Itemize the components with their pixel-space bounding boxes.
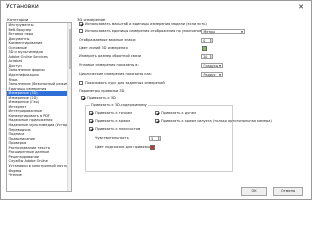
snap-planes-checkbox[interactable] [89,127,93,131]
category-item[interactable]: Чтение [7,173,71,178]
snap-label: Отображаемые важные знаки: [79,38,137,42]
circle-select[interactable]: Радиус ▼ [201,71,223,77]
sensitivity-spinner[interactable]: 5 ▲ ▼ [149,135,161,141]
default-units-select[interactable]: Метры ▼ [201,28,245,34]
radius-value: 20 [203,54,208,59]
snap-group-label: Привязать к 3D-содержимому [90,103,148,107]
cancel-button[interactable]: Отмена [273,187,303,196]
spinner-arrows-icon[interactable]: ▲ ▼ [158,137,160,141]
use-units-model-checkbox[interactable] [79,22,83,26]
snap-edges-label: Привязать к точкам [95,111,132,115]
snap-lines-checkbox[interactable] [89,119,93,123]
sensitivity-label: Чувствительность [95,136,129,140]
window-title: Установки [6,3,39,10]
radius-spinner[interactable]: 20 ▲ ▼ [201,53,213,59]
close-button[interactable]: ✕ [295,2,307,12]
snap-angles-checkbox[interactable] [155,111,159,115]
show-tip-checkbox[interactable] [79,81,83,85]
scrollbar-thumb[interactable] [68,29,71,69]
snap-silhouettes-checkbox[interactable] [155,119,159,123]
snap-value: 0 [203,38,206,43]
use-default-units-label: Использовать единицы измерения отображен… [85,29,204,33]
angle-value: Градусы [203,63,219,68]
sensitivity-value: 5 [151,136,154,141]
chevron-down-icon: ▼ [218,72,222,77]
angle-label: Угловые измерения показаны в: [79,63,139,67]
use-units-model-label: Использовать масштаб и единицы измерения… [85,22,207,26]
snap-silhouettes-label: Привязать к краям силуэта (только ортого… [161,119,272,123]
params-3d-heading: Параметры привязки 3D [79,89,125,93]
circle-value: Радиус [203,72,216,77]
show-tip-label: Показывать курс для заданных измерений [85,81,165,85]
categories-list[interactable]: Инструменты Веб-браузер Вставка перо Докуме… [6,22,72,192]
preferences-window: Установки ✕ Категории Инструменты Веб-бра… [0,0,312,200]
chevron-down-icon: ▼ [218,63,222,68]
radius-label: Измерить размер обратной связи [79,54,142,58]
enable-3d-snap-label: Привязать к 3D [87,96,116,100]
circle-label: Циклические измерения показаны как: [79,72,152,76]
chevron-down-icon: ▼ [240,29,244,34]
use-default-units-checkbox[interactable] [79,29,83,33]
snap-hint-color-swatch[interactable] [150,144,155,150]
spinner-arrows-icon[interactable]: ▲ ▼ [210,39,212,43]
snap-planes-label: Привязать к плоскостям [95,127,141,131]
angle-select[interactable]: Градусы ▼ [201,62,223,68]
enable-3d-snap-checkbox[interactable] [81,96,85,100]
category-item[interactable]: Установки в электронной почты [7,164,71,169]
measure-color-swatch[interactable] [202,45,207,51]
snap-angles-label: Привязать к дугам [161,111,196,115]
ok-button[interactable]: OK [241,187,267,196]
categories-scrollbar[interactable] [67,23,71,191]
spinner-arrows-icon[interactable]: ▲ ▼ [210,55,212,59]
title-bar: Установки ✕ [1,1,311,13]
category-item[interactable]: Надежные мультимедиа (Устаревш.) [7,123,72,128]
default-units-value: Метры [203,29,216,34]
snap-lines-label: Привязать к краям [95,119,130,123]
snap-edges-checkbox[interactable] [89,111,93,115]
category-item[interactable]: Заполнение (безопасный режим) [7,82,71,87]
snap-spinner[interactable]: 0 ▲ ▼ [201,37,213,43]
snap-hint-color-label: Цвет подсказки для привязки [95,145,151,149]
measure-color-label: Цвет линий 3D измерения [79,46,128,50]
